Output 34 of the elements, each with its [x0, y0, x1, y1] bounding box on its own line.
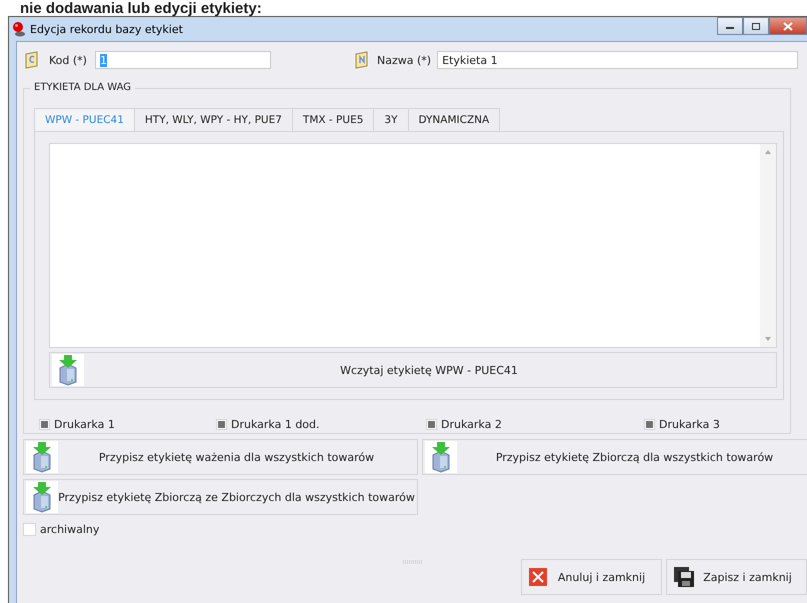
maximize-button[interactable] — [743, 17, 769, 35]
save-button[interactable]: Zapisz i zamknij — [666, 559, 807, 595]
resize-grip-icon — [403, 560, 423, 564]
scroll-up-icon — [764, 149, 772, 155]
assign-label-button[interactable]: Przypisz etykietę Zbiorczą ze Zbiorczych dla wszystkich towarów — [23, 479, 418, 515]
download-computer-icon — [26, 481, 58, 513]
load-label-button[interactable]: Wczytaj etykietę WPW - PUEC41 — [49, 352, 777, 388]
group-title: ETYKIETA DLA WAG — [30, 82, 135, 93]
scroll-down-icon — [764, 336, 772, 342]
archive-checkbox[interactable]: archiwalny — [23, 523, 807, 536]
download-computer-icon — [52, 354, 84, 386]
app-icon — [12, 21, 26, 37]
field-label: Kod (*) — [49, 54, 87, 66]
scrollbar[interactable] — [760, 144, 776, 347]
printer-checkbox[interactable]: Drukarka 2 — [426, 418, 644, 431]
tab[interactable]: DYNAMICZNA — [408, 108, 500, 131]
close-icon — [528, 567, 548, 587]
download-computer-icon — [26, 441, 58, 473]
page-heading: nie dodawania lub edycji etykiety: — [19, 0, 263, 16]
close-button[interactable] — [769, 17, 807, 35]
window-title: Edycja rekordu bazy etykiet — [30, 22, 183, 36]
printer-checkbox[interactable]: Drukarka 3 — [644, 418, 720, 431]
printer-checkbox[interactable]: Drukarka 1 — [39, 418, 216, 431]
assign-label-button[interactable]: Przypisz etykietę Zbiorczą dla wszystkich towarów — [422, 439, 807, 475]
close-icon — [783, 22, 793, 30]
assign-label-button[interactable]: Przypisz etykietę ważenia dla wszystkich towarów — [23, 439, 418, 475]
download-computer-icon — [425, 441, 457, 473]
field-label: Nazwa (*) — [377, 54, 432, 66]
maximize-icon — [751, 22, 761, 30]
printer-checkbox[interactable]: Drukarka 1 dod. — [216, 418, 426, 431]
floppy-disk-icon — [673, 566, 695, 588]
cancel-button[interactable]: Anuluj i zamknij — [521, 559, 662, 595]
text-field[interactable]: Etykieta 1 — [437, 51, 798, 69]
minimize-button[interactable] — [717, 17, 743, 35]
